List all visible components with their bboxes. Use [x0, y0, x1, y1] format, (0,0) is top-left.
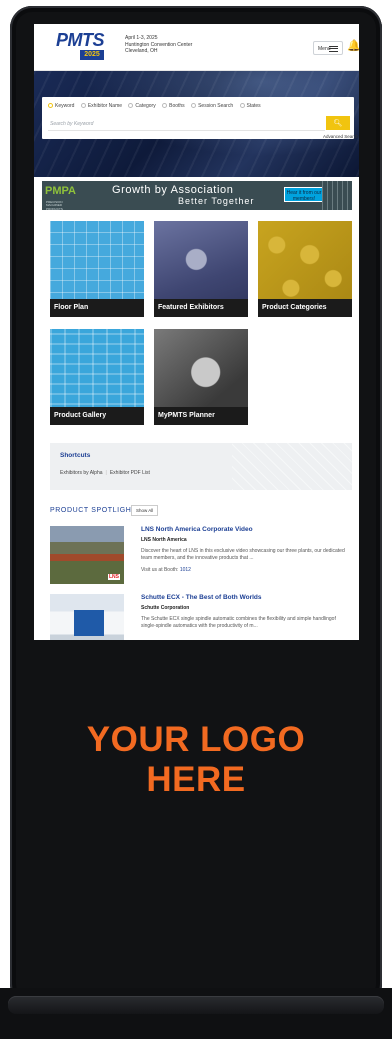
item-title[interactable]: Schutte ECX - The Best of Both Worlds	[141, 594, 262, 601]
tile-mypmts-planner[interactable]: MyPMTS Planner	[154, 329, 248, 425]
site-header: PMTS 2025 April 1-3, 2025 Huntington Con…	[34, 24, 359, 71]
item-booth: Visit us at Booth: 1012	[141, 567, 191, 573]
banner-title: Growth by Association	[112, 184, 234, 196]
shortcuts-panel: Shortcuts Exhibitors by Alpha | Exhibitor …	[50, 443, 352, 490]
search-card: Keyword Exhibitor Name Category Booths S…	[42, 97, 359, 139]
radio-icon	[191, 103, 197, 108]
item-title[interactable]: LNS North America Corporate Video	[141, 526, 253, 533]
radio-booths[interactable]: Booths	[162, 103, 185, 109]
tile-label: MyPMTS Planner	[154, 407, 248, 425]
shortcuts-title: Shortcuts	[60, 452, 91, 459]
pmpa-logo: PMPA	[45, 185, 76, 197]
radio-selected-icon	[48, 103, 53, 108]
tile-label: Floor Plan	[50, 299, 144, 317]
advanced-search-link[interactable]: Advanced Search	[323, 134, 359, 139]
search-input[interactable]	[48, 117, 325, 131]
pmpa-tagline: PRECISION MACHINED PRODUCTS ASSOCIATION	[46, 200, 63, 210]
tile-featured-exhibitors[interactable]: Featured Exhibitors	[154, 221, 248, 317]
menu-button[interactable]: Menu	[313, 41, 343, 55]
tile-product-categories[interactable]: Product Categories	[258, 221, 352, 317]
radio-states[interactable]: States	[239, 103, 261, 109]
event-info: April 1-3, 2025 Huntington Convention Ce…	[125, 35, 192, 55]
tile-product-gallery[interactable]: Product Gallery	[50, 329, 144, 425]
tile-label: Product Gallery	[50, 407, 144, 425]
radio-icon	[128, 103, 134, 108]
pmpa-ad-banner[interactable]: PMPA PRECISION MACHINED PRODUCTS ASSOCIA…	[42, 181, 352, 210]
radio-exhibitor-name[interactable]: Exhibitor Name	[80, 103, 122, 109]
shortcut-exhibitor-pdf-list[interactable]: Exhibitor PDF List	[110, 470, 150, 476]
item-description: Discover the heart of LNS in this exclus…	[141, 548, 345, 561]
banner-cta-button[interactable]: Hear it from our members!	[284, 187, 324, 202]
bell-icon[interactable]: 🔔	[347, 39, 359, 52]
booth-link[interactable]: 1012	[180, 567, 191, 573]
kiosk-base	[0, 988, 392, 1039]
radio-keyword[interactable]: Keyword	[48, 103, 74, 109]
tile-label: Featured Exhibitors	[154, 299, 248, 317]
item-company: Schutte Corporation	[141, 605, 190, 611]
video-thumbnail[interactable]	[50, 526, 124, 584]
separator: |	[105, 470, 107, 476]
pmts-logo[interactable]: PMTS 2025	[56, 30, 108, 62]
search-hero: Keyword Exhibitor Name Category Booths S…	[34, 71, 359, 177]
item-description: The Schutte ECX single spindle automatic…	[141, 616, 336, 629]
banner-subtitle: Better Together	[178, 196, 255, 206]
spotlight-heading: PRODUCT SPOTLIGHT	[50, 507, 137, 514]
radio-icon	[80, 103, 86, 108]
shortcut-exhibitors-by-alpha[interactable]: Exhibitors by Alpha	[60, 470, 103, 476]
hamburger-icon	[329, 46, 338, 52]
radio-icon	[239, 103, 245, 108]
product-thumbnail[interactable]	[50, 594, 124, 640]
spotlight-item[interactable]: LNS North America Corporate Video LNS No…	[50, 526, 352, 586]
search-type-options: Keyword Exhibitor Name Category Booths S…	[48, 103, 266, 109]
radio-icon	[162, 103, 168, 108]
item-company: LNS North America	[141, 537, 187, 543]
tile-floor-plan[interactable]: Floor Plan	[50, 221, 144, 317]
search-button[interactable]: 🔍︎	[326, 116, 350, 130]
kiosk-screen: PMTS 2025 April 1-3, 2025 Huntington Con…	[34, 24, 359, 640]
radio-category[interactable]: Category	[128, 103, 156, 109]
radio-session-search[interactable]: Session Search	[191, 103, 233, 109]
event-city: Cleveland, OH	[125, 48, 158, 54]
logo-placeholder: YOUR LOGO HERE	[86, 720, 306, 799]
spotlight-item[interactable]: Schutte ECX - The Best of Both Worlds Sc…	[50, 594, 352, 640]
shortcuts-links: Exhibitors by Alpha | Exhibitor PDF List	[60, 470, 150, 476]
show-all-button[interactable]: Show All	[131, 505, 159, 516]
search-icon: 🔍︎	[333, 120, 343, 127]
tile-label: Product Categories	[258, 299, 352, 317]
